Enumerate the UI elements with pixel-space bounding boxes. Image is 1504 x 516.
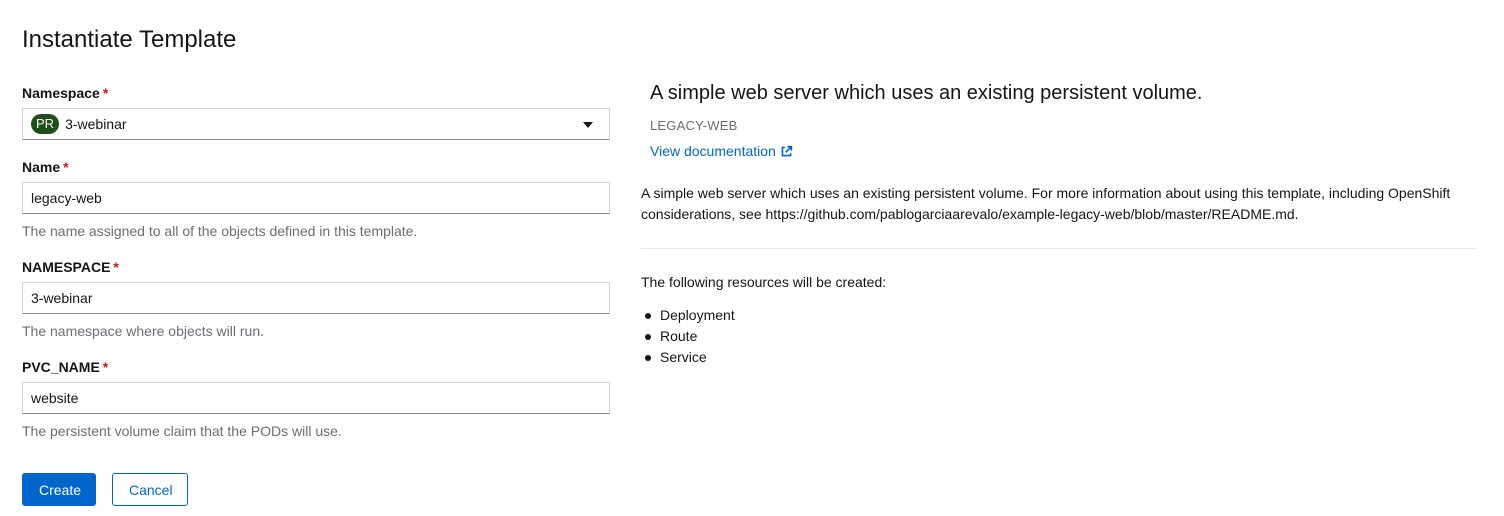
required-indicator: * bbox=[102, 359, 109, 375]
cancel-button[interactable]: Cancel bbox=[112, 473, 188, 506]
chevron-down-icon bbox=[583, 122, 593, 128]
view-documentation-link[interactable]: View documentation bbox=[650, 142, 793, 160]
bullet-icon bbox=[645, 354, 651, 361]
name-input[interactable]: legacy-web bbox=[22, 182, 610, 214]
pvc-name-group: PVC_NAME * website The persistent volume … bbox=[22, 358, 610, 440]
required-indicator: * bbox=[63, 159, 69, 175]
external-link-icon bbox=[781, 145, 793, 156]
name-input-value: legacy-web bbox=[31, 190, 102, 206]
pvc-name-label-text: PVC_NAME bbox=[22, 359, 100, 375]
namespace-select-value: 3-webinar bbox=[65, 116, 127, 132]
namespace-select[interactable]: PR 3-webinar bbox=[22, 108, 610, 140]
instantiate-form: Namespace * PR 3-webinar Name * legacy-web… bbox=[22, 84, 610, 440]
instantiate-template-page: Instantiate Template Namespace * PR 3-web… bbox=[0, 0, 1504, 516]
template-description: A simple web server which uses an existi… bbox=[641, 185, 1451, 222]
resource-item-label: Service bbox=[660, 349, 707, 365]
bullet-icon bbox=[645, 312, 651, 319]
namespace-label-text: Namespace bbox=[22, 85, 100, 101]
form-actions: Create Cancel bbox=[22, 473, 188, 506]
namespace-group: Namespace * PR 3-webinar bbox=[22, 84, 610, 140]
required-indicator: * bbox=[102, 85, 109, 101]
name-label: Name * bbox=[22, 158, 610, 176]
required-indicator: * bbox=[113, 259, 119, 275]
resource-item: Deployment bbox=[641, 305, 735, 326]
page-title: Instantiate Template bbox=[22, 26, 237, 53]
namespace-param-helper-text: The namespace where objects will run. bbox=[22, 323, 265, 339]
name-helper-text: The name assigned to all of the objects … bbox=[22, 223, 418, 239]
pvc-name-helper-text: The persistent volume claim that the POD… bbox=[22, 423, 342, 439]
namespace-param-group: NAMESPACE * 3-webinar The namespace where… bbox=[22, 258, 610, 340]
template-name: LEGACY-WEB bbox=[650, 118, 738, 133]
pvc-name-input-value: website bbox=[31, 390, 79, 406]
pvc-name-input[interactable]: website bbox=[22, 382, 610, 414]
template-title: A simple web server which uses an existi… bbox=[650, 82, 1203, 104]
resource-item-label: Route bbox=[660, 328, 698, 344]
namespace-param-input[interactable]: 3-webinar bbox=[22, 282, 610, 314]
create-button[interactable]: Create bbox=[22, 473, 96, 506]
name-label-text: Name bbox=[22, 159, 61, 175]
resources-list: Deployment Route Service bbox=[641, 305, 735, 368]
resource-item: Route bbox=[641, 326, 735, 347]
resource-item: Service bbox=[641, 347, 735, 368]
view-documentation-label: View documentation bbox=[650, 143, 776, 159]
section-divider bbox=[641, 248, 1476, 249]
namespace-label: Namespace * bbox=[22, 84, 610, 102]
project-badge: PR bbox=[31, 114, 60, 134]
namespace-param-input-value: 3-webinar bbox=[31, 290, 93, 306]
pvc-name-label: PVC_NAME * bbox=[22, 358, 610, 376]
resource-item-label: Deployment bbox=[660, 307, 735, 323]
namespace-param-label-text: NAMESPACE bbox=[22, 259, 111, 275]
bullet-icon bbox=[645, 333, 651, 340]
namespace-param-label: NAMESPACE * bbox=[22, 258, 610, 276]
resources-heading: The following resources will be created: bbox=[641, 274, 887, 290]
name-group: Name * legacy-web The name assigned to al… bbox=[22, 158, 610, 240]
